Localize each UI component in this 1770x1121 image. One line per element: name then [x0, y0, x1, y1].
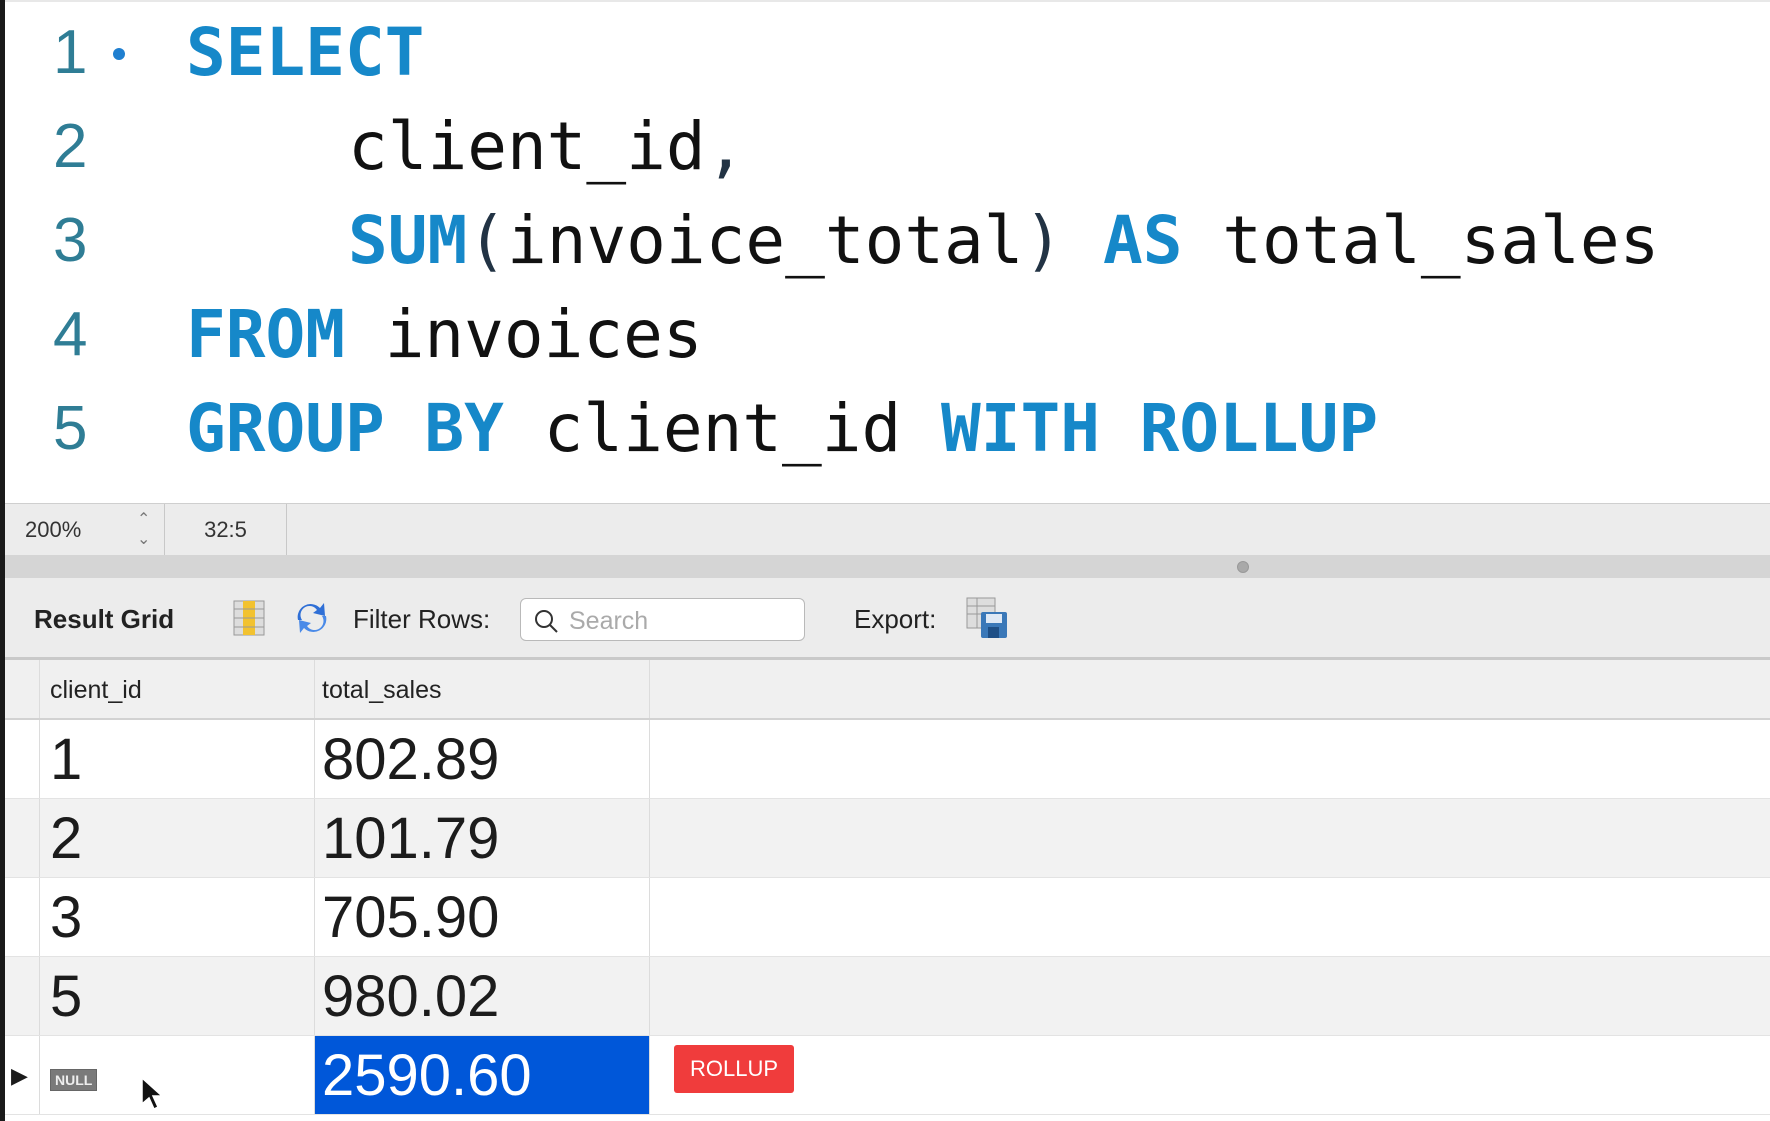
- table-row[interactable]: 5 980.02: [5, 957, 1770, 1036]
- identifier: client_id: [348, 108, 706, 185]
- rollup-annotation: ROLLUP: [674, 1045, 794, 1093]
- search-placeholder: Search: [569, 607, 649, 635]
- refresh-icon[interactable]: [292, 600, 332, 636]
- zoom-selector[interactable]: 200% ⌃ ⌄: [5, 504, 165, 556]
- sql-editor[interactable]: 1 SELECT 2 client_id, 3 SUM(invoice_tota…: [5, 0, 1770, 503]
- identifier: client_id: [503, 390, 941, 467]
- keyword: WITH ROLLUP: [940, 390, 1379, 467]
- identifier: total_sales: [1182, 202, 1660, 279]
- keyword: AS: [1063, 202, 1183, 279]
- keyword: SELECT: [186, 14, 425, 91]
- keyword: FROM: [186, 296, 345, 373]
- line-number: 5: [53, 394, 88, 463]
- cell-total-sales-selected[interactable]: 2590.60: [315, 1036, 650, 1114]
- zoom-level: 200%: [25, 517, 82, 542]
- code-line-1: 1 SELECT: [5, 6, 1770, 100]
- line-number: 1: [53, 18, 88, 87]
- statement-marker-icon: [113, 48, 125, 60]
- line-number: 3: [53, 206, 88, 275]
- cell-client-id[interactable]: 5: [40, 957, 315, 1035]
- grid-layout-icon[interactable]: [233, 600, 265, 636]
- cursor-position: 32:5: [165, 504, 287, 556]
- keyword: GROUP BY: [186, 390, 504, 467]
- keyword: SUM: [348, 202, 468, 279]
- punct: ): [1023, 202, 1064, 279]
- cell-client-id[interactable]: NULL: [40, 1036, 315, 1114]
- filter-rows-label: Filter Rows:: [353, 604, 491, 634]
- cell-total-sales[interactable]: 101.79: [315, 799, 650, 877]
- table-row[interactable]: 1 802.89: [5, 720, 1770, 799]
- code-line-2: 2 client_id,: [5, 100, 1770, 194]
- cell-client-id[interactable]: 3: [40, 878, 315, 956]
- result-grid[interactable]: client_id total_sales 1 802.89 2 101.79 …: [5, 660, 1770, 1115]
- mouse-cursor-icon: [141, 1076, 164, 1111]
- table-row[interactable]: 3 705.90: [5, 878, 1770, 957]
- punct: (: [467, 202, 507, 279]
- export-save-icon[interactable]: [965, 596, 1011, 640]
- line-number: 2: [53, 112, 88, 181]
- stepper-icon[interactable]: ⌃ ⌄: [137, 504, 150, 550]
- result-grid-label: Result Grid: [34, 604, 175, 634]
- identifier: invoice_total: [506, 202, 1024, 279]
- table-row-rollup[interactable]: ▶ NULL 2590.60 ROLLUP: [5, 1036, 1770, 1115]
- punct: ,: [705, 108, 746, 185]
- code-line-3: 3 SUM(invoice_total) AS total_sales: [5, 194, 1770, 288]
- line-number: 4: [53, 300, 88, 369]
- filter-search-input[interactable]: Search: [520, 598, 805, 641]
- splitter-handle[interactable]: [1237, 561, 1249, 573]
- cell-total-sales[interactable]: 802.89: [315, 720, 650, 798]
- code-line-5: 5 GROUP BY client_id WITH ROLLUP: [5, 382, 1770, 476]
- export-label: Export:: [854, 604, 937, 634]
- identifier: invoices: [344, 296, 703, 373]
- editor-status-bar: 200% ⌃ ⌄ 32:5: [5, 503, 1770, 556]
- column-header-total-sales[interactable]: total_sales: [315, 660, 650, 718]
- row-marker: [5, 720, 40, 798]
- grid-header: client_id total_sales: [5, 660, 1770, 720]
- cell-total-sales[interactable]: 705.90: [315, 878, 650, 956]
- row-marker-header: [5, 660, 40, 718]
- row-marker: [5, 957, 40, 1035]
- column-header-client-id[interactable]: client_id: [40, 660, 315, 718]
- grid-body: 1 802.89 2 101.79 3 705.90 5 980.02 ▶ NU…: [5, 720, 1770, 1115]
- cell-total-sales[interactable]: 980.02: [315, 957, 650, 1035]
- table-row[interactable]: 2 101.79: [5, 799, 1770, 878]
- result-toolbar: Result Grid Filter Rows: Search Export:: [5, 578, 1770, 660]
- null-badge: NULL: [50, 1068, 98, 1091]
- row-marker: [5, 878, 40, 956]
- cell-client-id[interactable]: 2: [40, 799, 315, 877]
- cell-client-id[interactable]: 1: [40, 720, 315, 798]
- row-marker: [5, 799, 40, 877]
- panel-splitter[interactable]: [5, 555, 1770, 578]
- code-line-4: 4 FROM invoices: [5, 288, 1770, 382]
- current-row-arrow-icon: ▶: [5, 1036, 40, 1114]
- search-icon: [535, 610, 558, 633]
